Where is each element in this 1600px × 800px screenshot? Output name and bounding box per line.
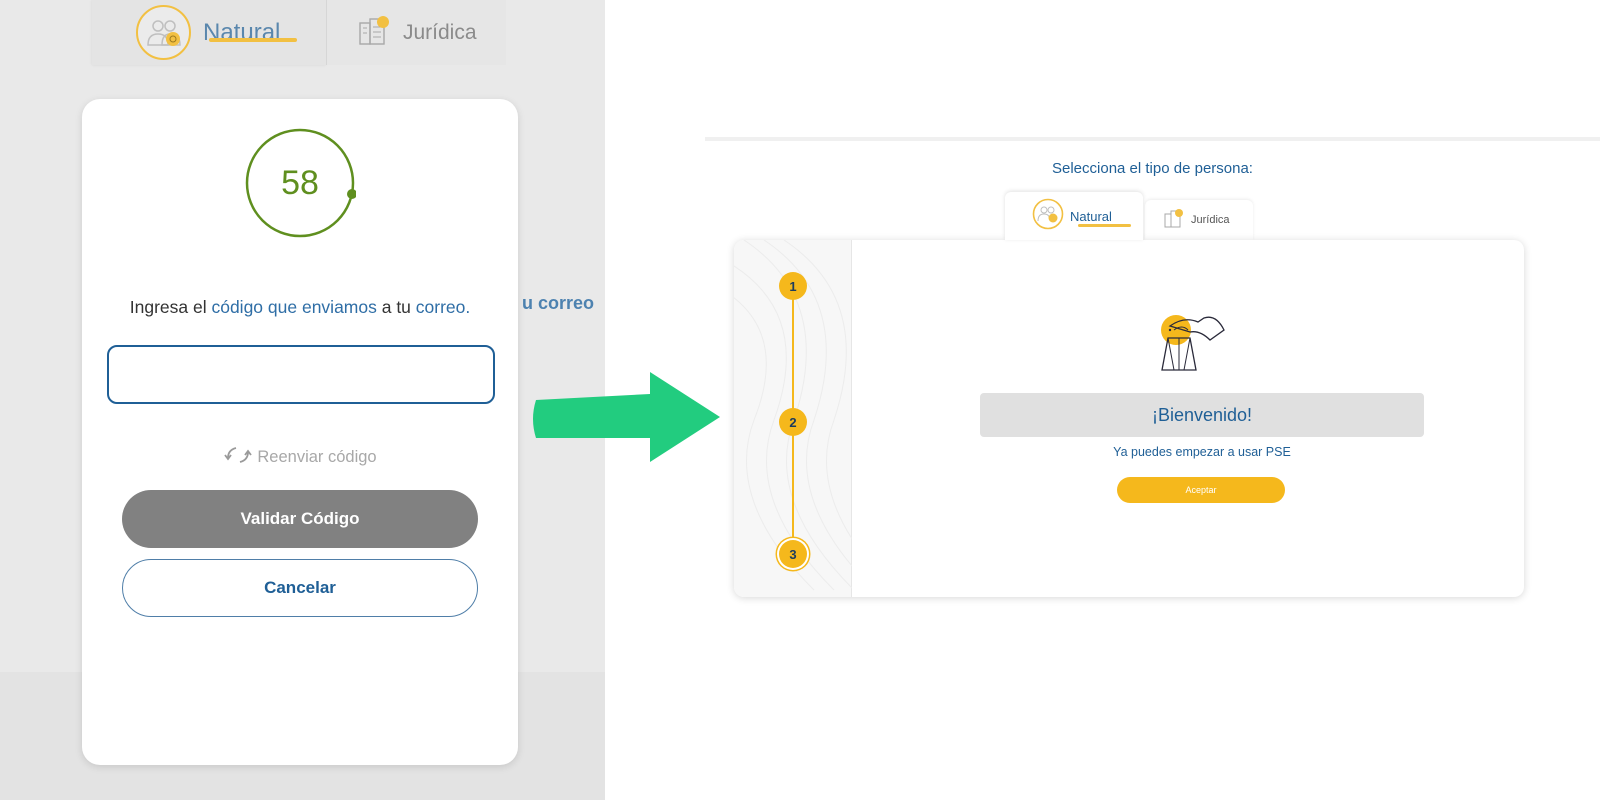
composite-screenshot: Natural Jurídica u correo 58 Ingresa el …: [0, 0, 1600, 800]
tab-juridica[interactable]: Jurídica: [326, 0, 506, 65]
prompt-text-2: a tu: [376, 297, 416, 317]
building-icon: [1163, 208, 1185, 233]
countdown-timer: 58: [244, 127, 357, 239]
tab-natural-small-label: Natural: [1070, 208, 1112, 224]
accept-button[interactable]: Aceptar: [1117, 477, 1285, 503]
prompt-highlight-email: correo.: [415, 297, 471, 317]
otp-screen: Natural Jurídica u correo 58 Ingresa el …: [0, 0, 605, 800]
active-tab-underline: [209, 38, 297, 42]
welcome-title: ¡Bienvenido!: [980, 393, 1424, 437]
code-prompt: Ingresa el código que enviamos a tu corr…: [82, 297, 518, 318]
timer-value: 58: [281, 163, 319, 202]
background-correo-text: u correo: [522, 293, 595, 313]
right-arrow-icon: [530, 372, 726, 467]
select-person-type-title: Selecciona el tipo de persona:: [1052, 160, 1253, 177]
step-1: 1: [779, 272, 807, 300]
person-type-tabs: Natural Jurídica: [92, 0, 506, 65]
tab-natural-small[interactable]: Natural: [1005, 192, 1143, 240]
tab-juridica-small[interactable]: Jurídica: [1145, 200, 1253, 240]
prompt-highlight-code: código que enviamos: [211, 297, 377, 317]
people-icon: [1032, 198, 1064, 235]
tab-natural[interactable]: Natural: [92, 0, 326, 65]
welcome-card: 1 2 3 ¡Bienvenido! Ya puedes empezar a u…: [734, 240, 1524, 597]
validate-code-button[interactable]: Validar Código: [122, 490, 478, 548]
resend-code-link[interactable]: Reenviar código: [82, 443, 518, 472]
people-icon: [136, 5, 191, 60]
header-divider: [705, 137, 1600, 141]
refresh-icon: [223, 443, 253, 472]
welcome-subtitle: Ya puedes empezar a usar PSE: [1113, 445, 1291, 459]
prompt-text-1: Ingresa el: [129, 297, 212, 317]
resend-code-label: Reenviar código: [257, 448, 377, 466]
building-icon: [357, 15, 391, 50]
tab-natural-label: Natural: [203, 18, 281, 46]
tab-juridica-small-label: Jurídica: [1191, 214, 1230, 226]
step-2: 2: [779, 408, 807, 436]
cancel-button[interactable]: Cancelar: [122, 559, 478, 617]
step-3: 3: [779, 540, 807, 568]
otp-modal: 58 Ingresa el código que enviamos a tu c…: [82, 99, 518, 765]
active-tab-underline: [1078, 224, 1131, 227]
progress-stepper: 1 2 3: [734, 240, 852, 597]
code-input[interactable]: [107, 345, 495, 404]
handshake-illustration-icon: [1154, 308, 1230, 376]
tab-juridica-label: Jurídica: [403, 20, 477, 44]
